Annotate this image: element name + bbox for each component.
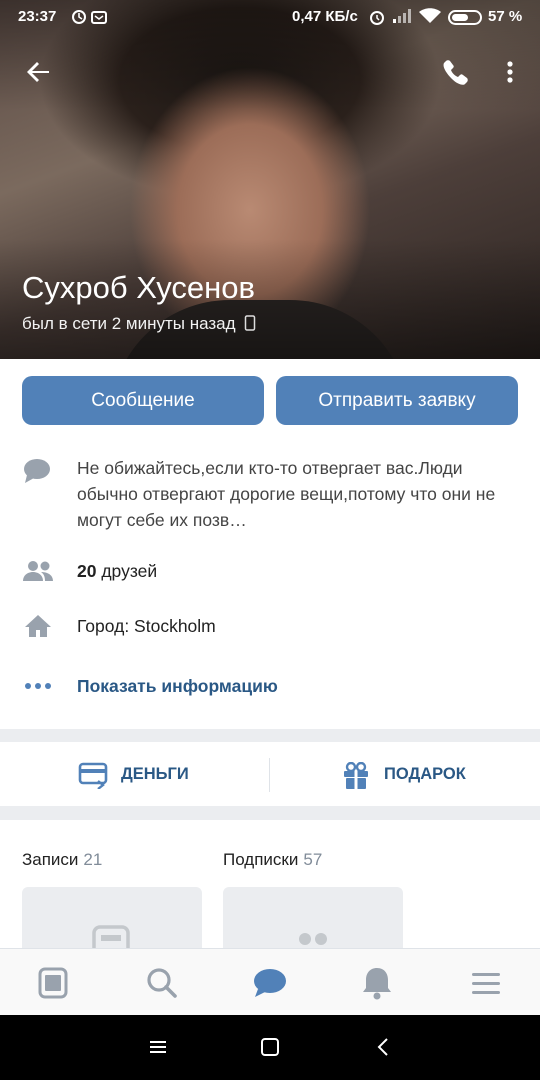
news-icon[interactable] xyxy=(33,963,73,1003)
status-network-speed: 0,47 КБ/с xyxy=(292,8,358,25)
messages-icon[interactable] xyxy=(250,963,290,1003)
signal-icon xyxy=(392,8,412,28)
gift-button[interactable]: ПОДАРОК xyxy=(270,742,540,806)
phone-icon[interactable] xyxy=(434,52,474,92)
gift-label: ПОДАРОК xyxy=(384,765,466,783)
back-arrow-icon[interactable] xyxy=(19,52,59,92)
profile-last-seen: был в сети 2 минуты назад xyxy=(22,314,256,334)
wifi-icon xyxy=(419,8,441,28)
money-card-icon xyxy=(78,761,110,794)
gift-icon xyxy=(342,761,370,795)
profile-info-card: Сообщение Отправить заявку Не обижайтесь… xyxy=(0,359,540,729)
friends-count-text: 20 друзей xyxy=(77,561,158,581)
status-bar: 23:37 0,47 КБ/с 57 % xyxy=(0,0,540,34)
subscriptions-header[interactable]: Подписки 57 xyxy=(223,850,322,870)
status-time: 23:37 xyxy=(18,8,57,25)
home-icon xyxy=(22,613,54,644)
alarm-icon xyxy=(368,8,386,30)
bell-icon[interactable] xyxy=(357,963,397,1003)
show-info-link[interactable]: Показать информацию xyxy=(77,673,278,699)
city-text: Город: Stockholm xyxy=(77,616,216,636)
posts-header[interactable]: Записи 21 xyxy=(22,850,102,870)
status-notification-icons xyxy=(72,9,112,28)
money-button[interactable]: ДЕНЬГИ xyxy=(0,742,269,806)
comment-icon xyxy=(22,457,52,490)
profile-cover: 23:37 0,47 КБ/с 57 % Сухроб Хусенов был … xyxy=(0,0,540,359)
money-gift-card: ДЕНЬГИ ПОДАРОК xyxy=(0,742,540,806)
profile-name: Сухроб Хусенов xyxy=(22,270,255,305)
dots-icon xyxy=(22,679,54,697)
system-home-icon[interactable] xyxy=(258,1035,282,1059)
message-button[interactable]: Сообщение xyxy=(22,376,264,425)
battery-icon xyxy=(448,10,482,25)
system-navigation-bar xyxy=(0,1015,540,1080)
system-back-icon[interactable] xyxy=(371,1035,395,1059)
more-vertical-icon[interactable] xyxy=(490,52,530,92)
search-icon[interactable] xyxy=(142,963,182,1003)
status-text: Не обижайтесь,если кто-то отвергает вас.… xyxy=(77,458,496,530)
menu-icon[interactable] xyxy=(466,963,506,1003)
content-card: Записи 21 Подписки 57 xyxy=(0,820,540,967)
money-label: ДЕНЬГИ xyxy=(121,765,189,783)
bottom-navigation xyxy=(0,948,540,1015)
mobile-icon xyxy=(245,315,256,331)
system-menu-icon[interactable] xyxy=(146,1035,170,1059)
friends-icon xyxy=(22,559,54,588)
add-friend-button[interactable]: Отправить заявку xyxy=(276,376,518,425)
status-battery-percent: 57 % xyxy=(488,8,523,25)
